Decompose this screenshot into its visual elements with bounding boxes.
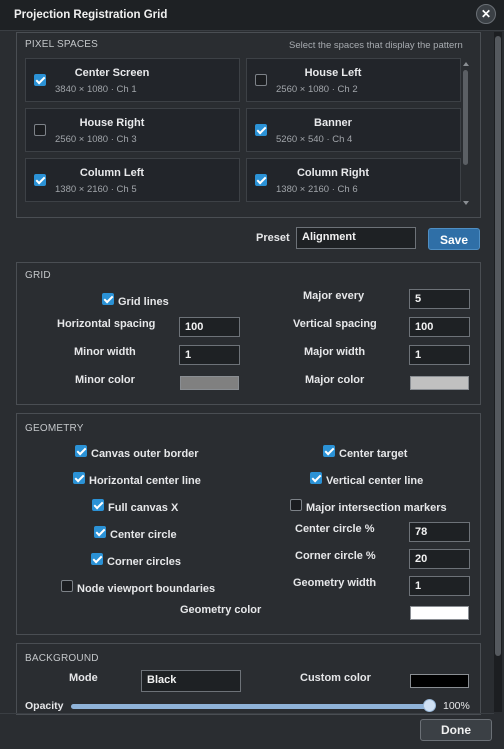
center-target-label: Center target	[339, 448, 408, 460]
pixel-space-card-banner[interactable]: Banner 5260 × 540 · Ch 4	[246, 108, 461, 152]
geometry-color-swatch[interactable]	[410, 606, 469, 620]
pixel-space-card-house-right[interactable]: House Right 2560 × 1080 · Ch 3	[25, 108, 240, 152]
vertical-spacing-label: Vertical spacing	[293, 318, 377, 330]
major-intersection-markers-checkbox[interactable]	[290, 499, 302, 511]
center-circle-label: Center circle	[110, 529, 177, 541]
major-intersection-markers-label: Major intersection markers	[306, 502, 447, 514]
corner-circles-label: Corner circles	[107, 556, 181, 568]
pixel-space-checkbox[interactable]	[34, 74, 46, 86]
pixel-space-checkbox[interactable]	[255, 74, 267, 86]
mode-label: Mode	[69, 672, 98, 684]
list-scroll-down-icon[interactable]	[463, 201, 469, 205]
opacity-slider-fill	[71, 704, 429, 709]
geometry-color-label: Geometry color	[180, 604, 262, 616]
center-circle-checkbox[interactable]	[94, 526, 106, 538]
pixel-spaces-hint: Select the spaces that display the patte…	[289, 40, 463, 51]
pixel-space-name: Column Right	[296, 167, 370, 179]
preset-input[interactable]: Alignment	[296, 227, 416, 249]
opacity-label: Opacity	[25, 700, 64, 712]
grid-lines-checkbox[interactable]	[102, 293, 114, 305]
pixel-space-name: House Right	[79, 117, 145, 129]
pixel-space-name: Center Screen	[74, 67, 150, 79]
pixel-space-details: 1380 × 2160 · Ch 6	[276, 184, 358, 195]
vertical-spacing-input[interactable]: 100	[409, 317, 470, 337]
opacity-slider-track[interactable]	[71, 704, 429, 709]
pixel-space-details: 3840 × 1080 · Ch 1	[55, 84, 137, 95]
horizontal-spacing-label: Horizontal spacing	[57, 318, 156, 330]
corner-circles-checkbox[interactable]	[91, 553, 103, 565]
title-bar: Projection Registration Grid ✕	[0, 0, 504, 31]
vertical-center-line-checkbox[interactable]	[310, 472, 322, 484]
major-every-label: Major every	[303, 290, 365, 302]
corner-circle-pct-label: Corner circle %	[295, 550, 376, 562]
center-target-checkbox[interactable]	[323, 445, 335, 457]
node-viewport-boundaries-checkbox[interactable]	[61, 580, 73, 592]
pixel-space-checkbox[interactable]	[255, 174, 267, 186]
canvas-outer-border-label: Canvas outer border	[91, 448, 199, 460]
center-circle-pct-input[interactable]: 78	[409, 522, 470, 542]
pixel-space-card-column-left[interactable]: Column Left 1380 × 2160 · Ch 5	[25, 158, 240, 202]
major-width-label: Major width	[304, 346, 366, 358]
minor-color-swatch[interactable]	[180, 376, 239, 390]
pixel-space-card-column-right[interactable]: Column Right 1380 × 2160 · Ch 6	[246, 158, 461, 202]
pixel-space-name: Banner	[314, 117, 352, 129]
geometry-width-input[interactable]: 1	[409, 576, 470, 596]
pixel-spaces-scrollbar-thumb[interactable]	[463, 70, 468, 165]
opacity-slider-thumb[interactable]	[423, 699, 436, 712]
center-circle-pct-label: Center circle %	[295, 523, 375, 535]
pixel-space-name: Column Left	[79, 167, 145, 179]
geometry-width-label: Geometry width	[293, 577, 377, 589]
horizontal-spacing-input[interactable]: 100	[179, 317, 240, 337]
pixel-space-checkbox[interactable]	[34, 174, 46, 186]
full-canvas-x-checkbox[interactable]	[92, 499, 104, 511]
custom-color-swatch[interactable]	[410, 674, 469, 688]
major-every-input[interactable]: 5	[409, 289, 470, 309]
horizontal-center-line-label: Horizontal center line	[89, 475, 201, 487]
pixel-space-details: 2560 × 1080 · Ch 3	[55, 134, 137, 145]
close-icon[interactable]: ✕	[476, 4, 496, 24]
pixel-spaces-title: PIXEL SPACES	[25, 39, 98, 50]
footer-divider	[0, 713, 494, 714]
mode-select[interactable]: Black	[141, 670, 241, 692]
canvas-outer-border-checkbox[interactable]	[75, 445, 87, 457]
full-canvas-x-label: Full canvas X	[108, 502, 179, 514]
minor-color-label: Minor color	[75, 374, 135, 386]
corner-circle-pct-input[interactable]: 20	[409, 549, 470, 569]
pixel-space-checkbox[interactable]	[34, 124, 46, 136]
grid-lines-label: Grid lines	[118, 296, 169, 308]
geometry-title: GEOMETRY	[25, 423, 84, 434]
minor-width-label: Minor width	[74, 346, 136, 358]
pixel-space-details: 5260 × 540 · Ch 4	[276, 134, 353, 145]
pixel-space-details: 2560 × 1080 · Ch 2	[276, 84, 358, 95]
major-color-swatch[interactable]	[410, 376, 469, 390]
minor-width-input[interactable]: 1	[179, 345, 240, 365]
major-width-input[interactable]: 1	[409, 345, 470, 365]
node-viewport-boundaries-label: Node viewport boundaries	[77, 583, 216, 595]
save-button[interactable]: Save	[428, 228, 480, 250]
opacity-value: 100%	[443, 700, 470, 712]
window-title: Projection Registration Grid	[14, 9, 168, 21]
vertical-center-line-label: Vertical center line	[326, 475, 424, 487]
pixel-space-card-house-left[interactable]: House Left 2560 × 1080 · Ch 2	[246, 58, 461, 102]
done-button[interactable]: Done	[420, 719, 492, 741]
preset-label: Preset	[256, 232, 290, 244]
pixel-space-name: House Left	[304, 67, 362, 79]
pixel-space-details: 1380 × 2160 · Ch 5	[55, 184, 137, 195]
list-scroll-up-icon[interactable]	[463, 62, 469, 66]
major-color-label: Major color	[305, 374, 365, 386]
horizontal-center-line-checkbox[interactable]	[73, 472, 85, 484]
custom-color-label: Custom color	[300, 672, 371, 684]
pixel-space-card-center-screen[interactable]: Center Screen 3840 × 1080 · Ch 1	[25, 58, 240, 102]
dialog-scrollbar-thumb[interactable]	[495, 36, 501, 656]
grid-title: GRID	[25, 270, 51, 281]
background-title: BACKGROUND	[25, 653, 99, 664]
pixel-space-checkbox[interactable]	[255, 124, 267, 136]
